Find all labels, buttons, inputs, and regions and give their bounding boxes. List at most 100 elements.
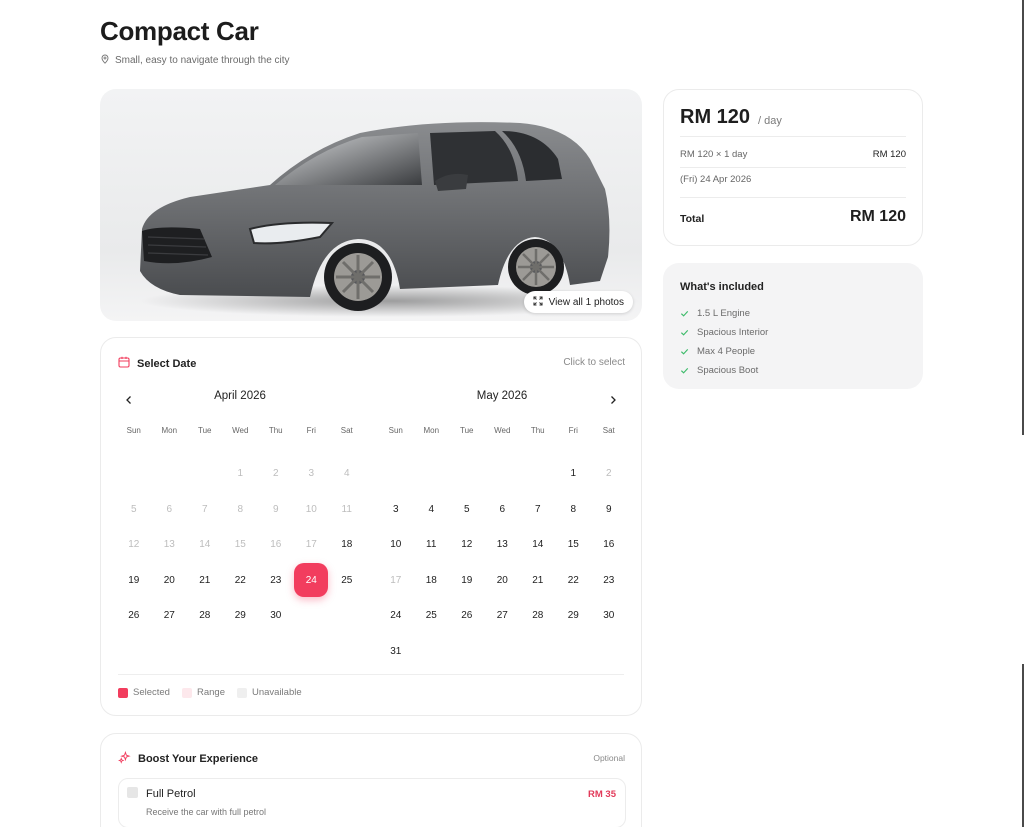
day-cell[interactable]: 7 <box>520 492 556 528</box>
weekday-label: Sun <box>388 426 403 435</box>
day-cell-unavailable: 8 <box>223 492 259 528</box>
included-item: 1.5 L Engine <box>680 304 768 323</box>
boost-header: Boost Your Experience <box>118 750 258 767</box>
check-icon <box>680 367 689 374</box>
day-cell[interactable]: 3 <box>378 492 414 528</box>
day-cell[interactable]: 20 <box>152 563 188 599</box>
legend-range: Range <box>181 687 225 698</box>
day-cell[interactable]: 27 <box>152 598 188 634</box>
day-cell[interactable]: 13 <box>485 527 521 563</box>
day-cell[interactable]: 22 <box>223 563 259 599</box>
day-cell[interactable]: 30 <box>258 598 294 634</box>
day-cell[interactable]: 25 <box>329 563 365 599</box>
extra-full-petrol[interactable]: Full Petrol Receive the car with full pe… <box>118 778 626 827</box>
day-cell-unavailable: 16 <box>258 527 294 563</box>
day-number: 12 <box>461 539 473 551</box>
day-number: 5 <box>463 503 470 515</box>
weekday-header: Sun Mon Tue Wed Thu Fri Sat <box>378 426 626 440</box>
day-cell[interactable]: 11 <box>414 527 450 563</box>
day-number: 24 <box>390 610 402 622</box>
day-cell[interactable]: 26 <box>116 598 152 634</box>
day-cell[interactable]: 19 <box>116 563 152 599</box>
weekday-label: Mon <box>161 426 178 435</box>
day-cell[interactable]: 28 <box>187 598 223 634</box>
day-cell[interactable]: 29 <box>223 598 259 634</box>
day-cell[interactable]: 31 <box>378 634 414 670</box>
day-cell[interactable]: 24 <box>378 598 414 634</box>
day-number: 9 <box>272 503 279 515</box>
day-number: 8 <box>237 503 244 515</box>
legend-selected-label: Selected <box>133 687 170 698</box>
included-title: What's included <box>680 281 764 293</box>
day-cell[interactable]: 16 <box>591 527 627 563</box>
day-number: 23 <box>603 574 615 586</box>
blank-day <box>520 456 556 492</box>
car-photo[interactable]: View all 1 photos <box>100 89 642 321</box>
blank-day <box>414 456 450 492</box>
day-cell[interactable]: 21 <box>520 563 556 599</box>
date-picker-hint: Click to select <box>563 357 625 368</box>
day-cell[interactable]: 12 <box>449 527 485 563</box>
day-number: 4 <box>428 503 435 515</box>
day-cell[interactable]: 25 <box>414 598 450 634</box>
day-number: 17 <box>305 539 317 551</box>
day-number: 3 <box>308 468 315 480</box>
expand-icon <box>533 295 543 309</box>
day-cell[interactable]: 21 <box>187 563 223 599</box>
day-number: 2 <box>272 468 279 480</box>
day-cell[interactable]: 4 <box>414 492 450 528</box>
day-cell[interactable]: 29 <box>556 598 592 634</box>
day-cell-unavailable: 1 <box>223 456 259 492</box>
day-cell[interactable]: 22 <box>556 563 592 599</box>
day-cell[interactable]: 9 <box>591 492 627 528</box>
day-cell[interactable]: 27 <box>485 598 521 634</box>
day-number: 16 <box>603 539 615 551</box>
day-cell[interactable]: 30 <box>591 598 627 634</box>
day-cell-unavailable: 10 <box>294 492 330 528</box>
day-cell[interactable]: 1 <box>556 456 592 492</box>
day-number: 11 <box>341 503 352 515</box>
day-cell-selected[interactable]: 24 <box>294 563 330 599</box>
day-number: 12 <box>128 539 140 551</box>
day-cell-unavailable: 13 <box>152 527 188 563</box>
daily-price: RM 120 <box>680 106 751 128</box>
blank-day <box>378 456 414 492</box>
day-cell[interactable]: 5 <box>449 492 485 528</box>
day-cell-unavailable: 9 <box>258 492 294 528</box>
day-cell[interactable]: 18 <box>329 527 365 563</box>
day-cell[interactable]: 23 <box>258 563 294 599</box>
location-pin-icon <box>100 54 110 67</box>
day-number: 10 <box>390 539 402 551</box>
day-cell[interactable]: 26 <box>449 598 485 634</box>
day-number: 20 <box>163 574 175 586</box>
day-cell[interactable]: 6 <box>485 492 521 528</box>
weekday-label: Fri <box>568 426 578 435</box>
day-cell[interactable]: 19 <box>449 563 485 599</box>
day-cell[interactable]: 23 <box>591 563 627 599</box>
day-cell-unavailable: 5 <box>116 492 152 528</box>
day-cell[interactable]: 18 <box>414 563 450 599</box>
day-number: 28 <box>532 610 544 622</box>
day-cell[interactable]: 28 <box>520 598 556 634</box>
unavailable-swatch <box>236 687 247 698</box>
day-cell[interactable]: 10 <box>378 527 414 563</box>
day-cell-unavailable: 12 <box>116 527 152 563</box>
weekday-label: Tue <box>198 426 212 435</box>
day-cell[interactable]: 20 <box>485 563 521 599</box>
blank-day <box>485 456 521 492</box>
day-cell[interactable]: 15 <box>556 527 592 563</box>
range-swatch <box>181 687 192 698</box>
weekday-label: Tue <box>460 426 474 435</box>
extra-checkbox[interactable] <box>127 787 138 798</box>
blank-day <box>116 456 152 492</box>
day-cell[interactable]: 14 <box>520 527 556 563</box>
view-all-photos-button[interactable]: View all 1 photos <box>523 291 633 313</box>
weekday-label: Sat <box>602 426 615 435</box>
day-number: 30 <box>603 610 615 622</box>
extra-title: Full Petrol <box>146 788 196 800</box>
day-number: 27 <box>496 610 508 622</box>
day-number: 26 <box>461 610 473 622</box>
day-cell[interactable]: 8 <box>556 492 592 528</box>
check-icon <box>680 348 689 355</box>
day-number: 6 <box>166 503 173 515</box>
